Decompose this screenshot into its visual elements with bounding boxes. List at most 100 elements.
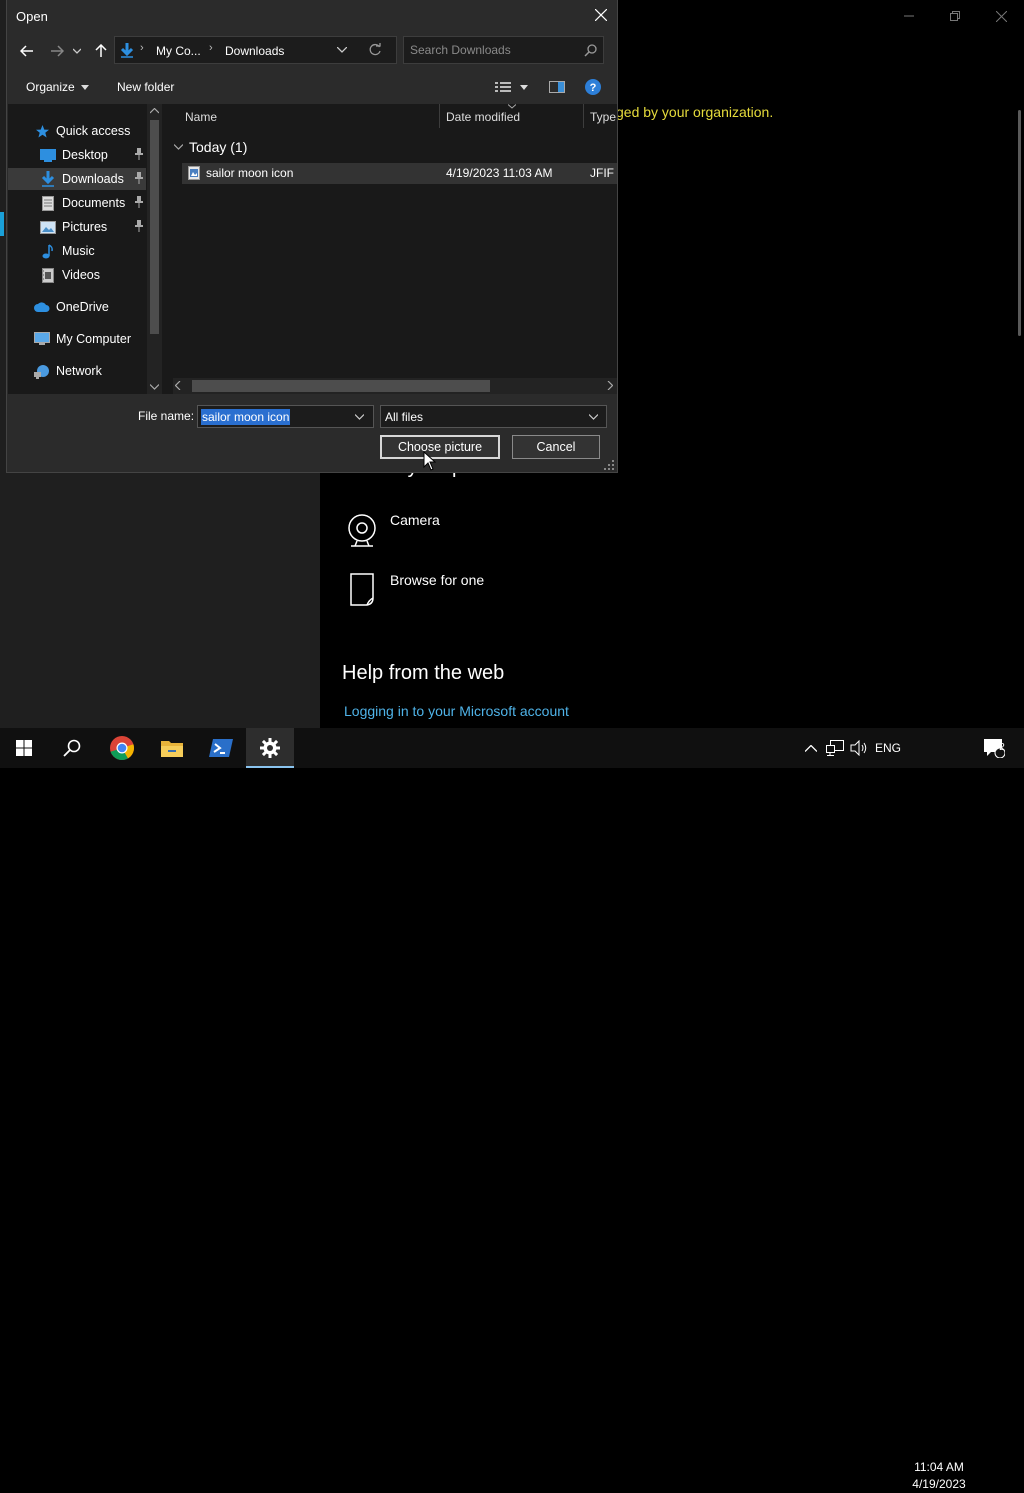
browse-file-icon[interactable] [343,572,381,608]
list-view-icon [495,82,511,92]
column-header-name[interactable]: Name [185,110,217,124]
group-collapse-icon[interactable] [174,144,183,150]
organize-menu[interactable]: Organize [26,80,89,94]
column-header-date[interactable]: Date modified [446,110,520,124]
nav-pictures[interactable]: Pictures [8,216,146,238]
scroll-right-icon[interactable] [607,381,613,390]
settings-taskbar-button[interactable] [246,728,294,768]
nav-my-computer[interactable]: My Computer [8,328,146,350]
close-window-button[interactable] [978,0,1024,32]
up-button[interactable] [90,40,112,62]
file-date: 4/19/2023 11:03 AM [446,166,553,180]
nav-label: OneDrive [56,300,109,314]
pin-icon[interactable] [134,196,144,208]
breadcrumb-separator-icon: › [209,42,213,54]
column-divider[interactable] [439,104,440,128]
scroll-left-icon[interactable] [175,381,181,390]
action-center-button[interactable]: 2 [976,728,1012,768]
network-tray-button[interactable] [824,728,846,768]
resize-grip-icon[interactable] [604,460,614,470]
start-button[interactable] [0,728,48,768]
camera-option[interactable]: Camera [390,512,440,528]
clock[interactable]: 11:04 AM 4/19/2023 [904,1459,974,1493]
recent-locations-button[interactable] [69,40,85,62]
column-divider[interactable] [583,104,584,128]
image-file-icon [188,166,200,180]
help-link[interactable]: Logging in to your Microsoft account [344,703,569,719]
nav-videos[interactable]: Videos [8,264,146,286]
restore-button[interactable] [932,0,978,32]
chevron-down-icon [73,48,81,54]
help-button[interactable]: ? [585,79,601,95]
nav-network[interactable]: Network [8,360,146,382]
scroll-up-icon[interactable] [150,108,159,114]
volume-tray-button[interactable] [848,728,870,768]
nav-label: My Computer [56,332,132,346]
nav-label: Downloads [62,172,124,186]
camera-icon[interactable] [343,512,381,548]
pin-icon[interactable] [134,220,144,232]
powershell-button[interactable] [197,728,245,768]
language-indicator[interactable]: ENG [872,728,904,768]
back-button[interactable] [16,40,38,62]
address-bar[interactable]: › My Co... › Downloads [114,36,397,64]
chrome-button[interactable] [98,728,146,768]
settings-scrollbar[interactable] [1018,110,1021,336]
nav-downloads[interactable]: Downloads [8,168,146,190]
search-icon[interactable] [584,44,597,57]
nav-label: Music [62,244,95,258]
nav-music[interactable]: Music [8,240,146,262]
preview-pane-icon [549,81,565,93]
sort-indicator-icon [508,104,516,109]
nav-onedrive[interactable]: OneDrive [8,296,146,318]
new-folder-button[interactable]: New folder [117,80,174,94]
video-icon [40,267,56,283]
breadcrumb-my-computer[interactable]: My Co... [156,44,201,58]
breadcrumb-downloads[interactable]: Downloads [225,44,284,58]
file-name-value[interactable]: sailor moon icon [201,409,291,425]
refresh-button[interactable] [368,43,382,57]
computer-icon [34,331,50,347]
browse-option[interactable]: Browse for one [390,572,484,588]
group-header-today[interactable]: Today (1) [189,139,247,155]
search-taskbar-button[interactable] [48,728,96,768]
arrow-left-icon [20,45,33,57]
caret-down-icon [80,84,89,90]
nav-documents[interactable]: Documents [8,192,146,214]
pin-icon[interactable] [134,148,144,160]
horizontal-scroll-thumb[interactable] [192,380,490,392]
forward-button[interactable] [46,40,68,62]
choose-picture-button[interactable]: Choose picture [380,435,500,459]
file-name-input[interactable]: sailor moon icon [197,405,374,428]
scroll-down-icon[interactable] [150,384,159,390]
address-dropdown-button[interactable] [337,47,347,53]
nav-label: Quick access [56,124,131,138]
nav-label: Videos [62,268,100,282]
speaker-icon [850,740,867,756]
column-header-type[interactable]: Type [590,110,616,124]
navigation-scroll-thumb[interactable] [150,120,159,334]
download-icon [40,171,56,187]
network-wired-icon [826,740,844,756]
chevron-down-icon[interactable] [355,414,364,420]
document-icon [40,195,56,211]
search-box[interactable] [403,36,604,64]
nav-desktop[interactable]: Desktop [8,144,146,166]
view-dropdown-button[interactable] [520,85,528,90]
cancel-button[interactable]: Cancel [512,435,600,459]
nav-quick-access[interactable]: Quick access [8,120,146,142]
preview-pane-button[interactable] [549,81,565,93]
pin-icon[interactable] [134,172,144,184]
arrow-up-icon [95,44,107,57]
file-type-select[interactable]: All files [380,405,607,428]
view-options-button[interactable] [495,81,511,93]
show-hidden-icons-button[interactable] [801,728,821,768]
close-icon [995,10,1007,22]
file-explorer-button[interactable] [148,728,196,768]
dialog-close-button[interactable] [589,4,613,26]
chevron-down-icon [337,47,347,53]
search-input[interactable] [410,37,575,63]
file-name-label: File name: [138,409,195,423]
chevron-down-icon [589,414,598,420]
minimize-button[interactable] [886,0,932,32]
